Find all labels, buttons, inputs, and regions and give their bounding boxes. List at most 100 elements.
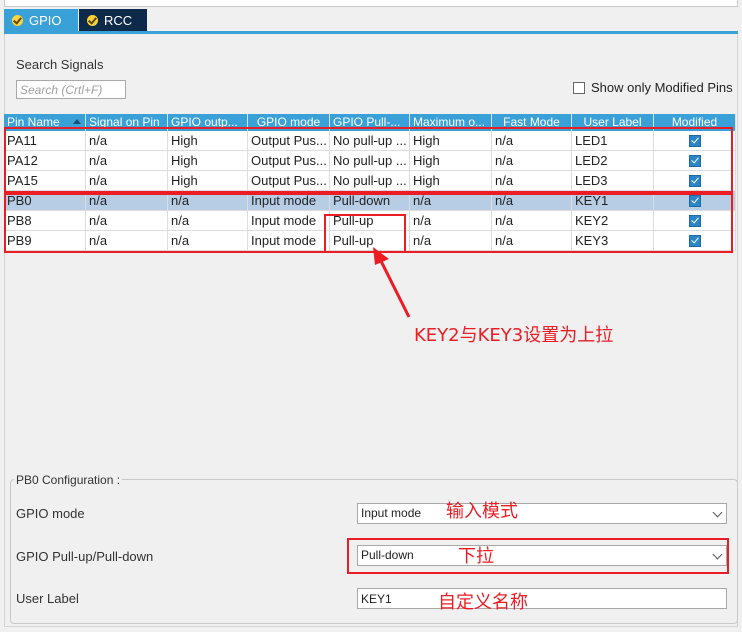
cell-modified — [654, 231, 736, 250]
cell-pin-name: PB9 — [4, 231, 86, 250]
cell-pin-name: PB8 — [4, 211, 86, 230]
table-header: Pin Name Signal on Pin GPIO outp... GPIO… — [4, 114, 736, 131]
chevron-down-icon — [712, 507, 723, 518]
cell-gpio-mode: Output Pus... — [248, 131, 330, 150]
cell-gpio-mode: Input mode — [248, 211, 330, 230]
show-modified-label: Show only Modified Pins — [591, 80, 733, 95]
search-title: Search Signals — [16, 57, 104, 72]
table-row[interactable]: PA11 n/a High Output Pus... No pull-up .… — [4, 131, 736, 151]
modified-checkbox[interactable] — [688, 194, 701, 207]
cell-gpio-output: High — [168, 151, 248, 170]
cell-modified — [654, 171, 736, 190]
col-pin-name[interactable]: Pin Name — [4, 114, 86, 131]
cell-gpio-mode: Input mode — [248, 231, 330, 250]
col-modified[interactable]: Modified — [654, 114, 736, 131]
cell-maximum-output: High — [410, 171, 492, 190]
cell-user-label: LED1 — [572, 131, 654, 150]
cell-gpio-output: High — [168, 171, 248, 190]
col-gpio-mode[interactable]: GPIO mode — [248, 114, 330, 131]
gpio-mode-label: GPIO mode — [16, 506, 85, 521]
gpio-mode-select[interactable]: Input mode — [357, 503, 727, 524]
gpio-pull-label: GPIO Pull-up/Pull-down — [16, 549, 154, 564]
cell-signal: n/a — [86, 131, 168, 150]
search-box[interactable] — [16, 80, 127, 99]
cell-maximum-output: n/a — [410, 191, 492, 210]
cell-signal: n/a — [86, 211, 168, 230]
col-gpio-output[interactable]: GPIO outp... — [168, 114, 248, 131]
table-row[interactable]: PA15 n/a High Output Pus... No pull-up .… — [4, 171, 736, 191]
table-row-selected[interactable]: PB0 n/a n/a Input mode Pull-down n/a n/a… — [4, 191, 736, 211]
user-label-label: User Label — [16, 591, 79, 606]
cell-gpio-pull: No pull-up ... — [330, 171, 410, 190]
cell-modified — [654, 211, 736, 230]
cell-gpio-output: n/a — [168, 211, 248, 230]
cell-signal: n/a — [86, 191, 168, 210]
tab-gpio-label: GPIO — [29, 12, 62, 28]
gpio-pull-value: Pull-down — [361, 548, 414, 562]
pullup-annotation: KEY2与KEY3设置为上拉 — [414, 325, 614, 346]
cell-gpio-output: High — [168, 131, 248, 150]
cell-gpio-mode: Input mode — [248, 191, 330, 210]
mode-annotation: 输入模式 — [446, 501, 518, 522]
show-modified-toggle[interactable]: Show only Modified Pins — [573, 80, 733, 95]
modified-checkbox[interactable] — [688, 154, 701, 167]
cell-user-label: KEY2 — [572, 211, 654, 230]
cell-gpio-pull: No pull-up ... — [330, 131, 410, 150]
user-label-box[interactable] — [357, 588, 727, 609]
top-strip — [4, 0, 738, 7]
cell-user-label: KEY1 — [572, 191, 654, 210]
cell-fast-mode: n/a — [492, 231, 572, 250]
modified-checkbox[interactable] — [688, 134, 701, 147]
pin-table: Pin Name Signal on Pin GPIO outp... GPIO… — [4, 114, 736, 251]
col-maximum-output[interactable]: Maximum o... — [410, 114, 492, 131]
cell-fast-mode: n/a — [492, 191, 572, 210]
cell-maximum-output: High — [410, 131, 492, 150]
cell-fast-mode: n/a — [492, 211, 572, 230]
cell-modified — [654, 131, 736, 150]
user-label-input[interactable] — [358, 589, 724, 608]
table-row[interactable]: PA12 n/a High Output Pus... No pull-up .… — [4, 151, 736, 171]
show-modified-checkbox[interactable] — [573, 81, 585, 94]
col-fast-mode[interactable]: Fast Mode — [492, 114, 572, 131]
cell-modified — [654, 191, 736, 210]
cell-pin-name: PA15 — [4, 171, 86, 190]
cell-gpio-mode: Output Pus... — [248, 151, 330, 170]
annotation-arrow-icon — [373, 247, 411, 318]
pin-config-title: PB0 Configuration : — [14, 473, 123, 487]
pull-annotation: 下拉 — [458, 546, 494, 567]
cell-maximum-output: High — [410, 151, 492, 170]
modified-checkbox[interactable] — [688, 234, 701, 247]
table-row[interactable]: PB8 n/a n/a Input mode Pull-up n/a n/a K… — [4, 211, 736, 231]
tab-gpio[interactable]: GPIO — [4, 9, 78, 31]
cell-pin-name: PA12 — [4, 151, 86, 170]
cell-pin-name: PB0 — [4, 191, 86, 210]
modified-checkbox[interactable] — [688, 174, 701, 187]
gpio-mode-value: Input mode — [361, 506, 422, 520]
cell-user-label: LED3 — [572, 171, 654, 190]
cell-modified — [654, 151, 736, 170]
tab-rcc-label: RCC — [104, 12, 133, 28]
tab-rcc[interactable]: RCC — [79, 9, 147, 31]
cell-gpio-mode: Output Pus... — [248, 171, 330, 190]
cell-pin-name: PA11 — [4, 131, 86, 150]
cell-signal: n/a — [86, 171, 168, 190]
check-circle-icon — [87, 14, 98, 26]
check-circle-icon — [12, 14, 23, 26]
chevron-down-icon — [712, 549, 723, 560]
cell-maximum-output: n/a — [410, 211, 492, 230]
tab-bar: GPIO RCC — [4, 9, 147, 31]
cell-user-label: LED2 — [572, 151, 654, 170]
modified-checkbox[interactable] — [688, 214, 701, 227]
cell-signal: n/a — [86, 151, 168, 170]
sort-up-icon — [73, 119, 81, 124]
cell-gpio-output: n/a — [168, 231, 248, 250]
col-user-label[interactable]: User Label — [572, 114, 654, 131]
cell-gpio-pull: Pull-up — [330, 211, 410, 230]
search-input[interactable] — [17, 81, 127, 98]
col-signal[interactable]: Signal on Pin — [86, 114, 168, 131]
col-gpio-pull[interactable]: GPIO Pull-... — [330, 114, 410, 131]
cell-user-label: KEY3 — [572, 231, 654, 250]
cell-fast-mode: n/a — [492, 151, 572, 170]
gpio-pull-select[interactable]: Pull-down — [357, 545, 727, 566]
cell-fast-mode: n/a — [492, 131, 572, 150]
